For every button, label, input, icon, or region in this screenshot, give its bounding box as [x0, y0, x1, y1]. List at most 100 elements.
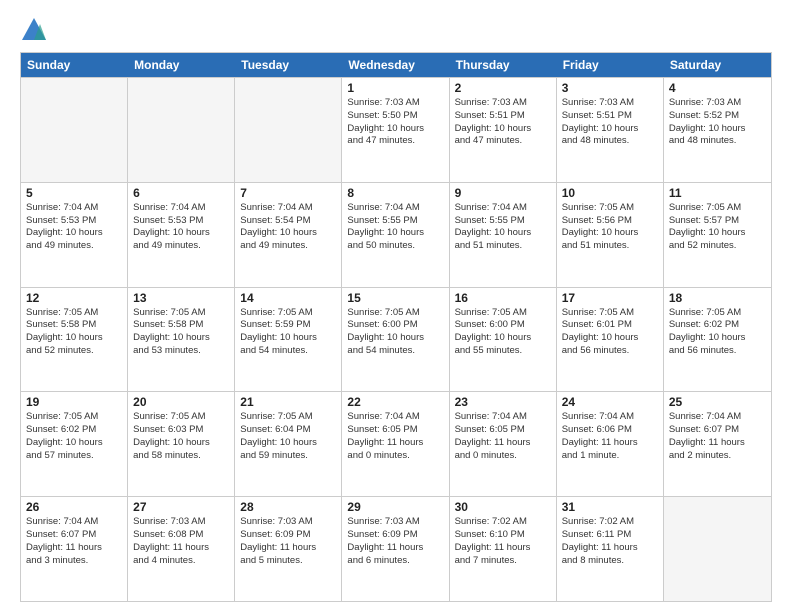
calendar-cell	[664, 497, 771, 601]
calendar-cell: 1 Sunrise: 7:03 AM Sunset: 5:50 PM Daylig…	[342, 78, 449, 182]
cell-info: Sunrise: 7:05 AM Sunset: 6:00 PM Dayligh…	[347, 307, 443, 358]
calendar-cell: 11Sunrise: 7:05 AM Sunset: 5:57 PM Dayli…	[664, 183, 771, 287]
cell-info: Sunrise: 7:04 AM Sunset: 6:07 PM Dayligh…	[26, 516, 122, 567]
calendar-body: 1 Sunrise: 7:03 AM Sunset: 5:50 PM Daylig…	[21, 77, 771, 601]
day-number: 22	[347, 395, 443, 409]
calendar-cell: 10 Sunrise: 7:05 AM Sunset: 5:56 PM Dayli…	[557, 183, 664, 287]
cell-info: Sunrise: 7:05 AM Sunset: 5:56 PM Dayligh…	[562, 202, 658, 253]
day-number: 19	[26, 395, 122, 409]
cell-info: Sunrise: 7:05 AM Sunset: 6:04 PM Dayligh…	[240, 411, 336, 462]
day-number: 14	[240, 291, 336, 305]
calendar-row-1: 1 Sunrise: 7:03 AM Sunset: 5:50 PM Daylig…	[21, 77, 771, 182]
calendar-cell: 2 Sunrise: 7:03 AM Sunset: 5:51 PM Daylig…	[450, 78, 557, 182]
calendar-cell: 5 Sunrise: 7:04 AM Sunset: 5:53 PM Daylig…	[21, 183, 128, 287]
cell-info: Sunrise: 7:04 AM Sunset: 6:07 PM Dayligh…	[669, 411, 766, 462]
day-number: 7	[240, 186, 336, 200]
cell-info: Sunrise: 7:05 AM Sunset: 5:58 PM Dayligh…	[26, 307, 122, 358]
logo	[20, 16, 52, 44]
calendar-cell: 26Sunrise: 7:04 AM Sunset: 6:07 PM Dayli…	[21, 497, 128, 601]
cell-info: Sunrise: 7:04 AM Sunset: 5:55 PM Dayligh…	[455, 202, 551, 253]
day-number: 5	[26, 186, 122, 200]
header-day-thursday: Thursday	[450, 53, 557, 77]
day-number: 18	[669, 291, 766, 305]
day-number: 9	[455, 186, 551, 200]
header-day-monday: Monday	[128, 53, 235, 77]
calendar-cell: 22 Sunrise: 7:04 AM Sunset: 6:05 PM Dayli…	[342, 392, 449, 496]
cell-info: Sunrise: 7:03 AM Sunset: 6:09 PM Dayligh…	[347, 516, 443, 567]
day-number: 1	[347, 81, 443, 95]
calendar-cell: 6Sunrise: 7:04 AM Sunset: 5:53 PM Daylig…	[128, 183, 235, 287]
day-number: 23	[455, 395, 551, 409]
cell-info: Sunrise: 7:03 AM Sunset: 5:51 PM Dayligh…	[562, 97, 658, 148]
header-day-sunday: Sunday	[21, 53, 128, 77]
cell-info: Sunrise: 7:02 AM Sunset: 6:10 PM Dayligh…	[455, 516, 551, 567]
day-number: 8	[347, 186, 443, 200]
day-number: 2	[455, 81, 551, 95]
day-number: 10	[562, 186, 658, 200]
cell-info: Sunrise: 7:05 AM Sunset: 5:59 PM Dayligh…	[240, 307, 336, 358]
calendar-row-3: 12 Sunrise: 7:05 AM Sunset: 5:58 PM Dayli…	[21, 287, 771, 392]
day-number: 24	[562, 395, 658, 409]
day-number: 25	[669, 395, 766, 409]
calendar-cell: 4Sunrise: 7:03 AM Sunset: 5:52 PM Daylig…	[664, 78, 771, 182]
calendar-cell: 14 Sunrise: 7:05 AM Sunset: 5:59 PM Dayli…	[235, 288, 342, 392]
calendar-row-5: 26Sunrise: 7:04 AM Sunset: 6:07 PM Dayli…	[21, 496, 771, 601]
day-number: 31	[562, 500, 658, 514]
day-number: 28	[240, 500, 336, 514]
calendar-header: SundayMondayTuesdayWednesdayThursdayFrid…	[21, 53, 771, 77]
cell-info: Sunrise: 7:05 AM Sunset: 6:03 PM Dayligh…	[133, 411, 229, 462]
calendar: SundayMondayTuesdayWednesdayThursdayFrid…	[20, 52, 772, 602]
calendar-cell: 9 Sunrise: 7:04 AM Sunset: 5:55 PM Daylig…	[450, 183, 557, 287]
cell-info: Sunrise: 7:03 AM Sunset: 5:50 PM Dayligh…	[347, 97, 443, 148]
cell-info: Sunrise: 7:04 AM Sunset: 5:54 PM Dayligh…	[240, 202, 336, 253]
calendar-cell: 24 Sunrise: 7:04 AM Sunset: 6:06 PM Dayli…	[557, 392, 664, 496]
calendar-cell: 21Sunrise: 7:05 AM Sunset: 6:04 PM Dayli…	[235, 392, 342, 496]
calendar-cell: 16Sunrise: 7:05 AM Sunset: 6:00 PM Dayli…	[450, 288, 557, 392]
calendar-cell: 17Sunrise: 7:05 AM Sunset: 6:01 PM Dayli…	[557, 288, 664, 392]
cell-info: Sunrise: 7:03 AM Sunset: 6:08 PM Dayligh…	[133, 516, 229, 567]
cell-info: Sunrise: 7:04 AM Sunset: 5:55 PM Dayligh…	[347, 202, 443, 253]
calendar-cell: 30 Sunrise: 7:02 AM Sunset: 6:10 PM Dayli…	[450, 497, 557, 601]
day-number: 20	[133, 395, 229, 409]
day-number: 13	[133, 291, 229, 305]
header-day-friday: Friday	[557, 53, 664, 77]
calendar-cell: 7 Sunrise: 7:04 AM Sunset: 5:54 PM Daylig…	[235, 183, 342, 287]
day-number: 29	[347, 500, 443, 514]
cell-info: Sunrise: 7:03 AM Sunset: 6:09 PM Dayligh…	[240, 516, 336, 567]
calendar-row-4: 19 Sunrise: 7:05 AM Sunset: 6:02 PM Dayli…	[21, 391, 771, 496]
calendar-cell: 28 Sunrise: 7:03 AM Sunset: 6:09 PM Dayli…	[235, 497, 342, 601]
day-number: 3	[562, 81, 658, 95]
cell-info: Sunrise: 7:03 AM Sunset: 5:51 PM Dayligh…	[455, 97, 551, 148]
calendar-cell: 13 Sunrise: 7:05 AM Sunset: 5:58 PM Dayli…	[128, 288, 235, 392]
calendar-cell: 25 Sunrise: 7:04 AM Sunset: 6:07 PM Dayli…	[664, 392, 771, 496]
cell-info: Sunrise: 7:05 AM Sunset: 6:00 PM Dayligh…	[455, 307, 551, 358]
day-number: 27	[133, 500, 229, 514]
day-number: 6	[133, 186, 229, 200]
header-day-saturday: Saturday	[664, 53, 771, 77]
calendar-cell: 29 Sunrise: 7:03 AM Sunset: 6:09 PM Dayli…	[342, 497, 449, 601]
cell-info: Sunrise: 7:05 AM Sunset: 5:58 PM Dayligh…	[133, 307, 229, 358]
calendar-cell	[128, 78, 235, 182]
calendar-cell: 3 Sunrise: 7:03 AM Sunset: 5:51 PM Daylig…	[557, 78, 664, 182]
day-number: 30	[455, 500, 551, 514]
calendar-cell: 12 Sunrise: 7:05 AM Sunset: 5:58 PM Dayli…	[21, 288, 128, 392]
day-number: 15	[347, 291, 443, 305]
calendar-cell: 18Sunrise: 7:05 AM Sunset: 6:02 PM Dayli…	[664, 288, 771, 392]
calendar-row-2: 5 Sunrise: 7:04 AM Sunset: 5:53 PM Daylig…	[21, 182, 771, 287]
day-number: 12	[26, 291, 122, 305]
header	[20, 16, 772, 44]
calendar-cell: 19 Sunrise: 7:05 AM Sunset: 6:02 PM Dayli…	[21, 392, 128, 496]
header-day-wednesday: Wednesday	[342, 53, 449, 77]
calendar-cell: 31 Sunrise: 7:02 AM Sunset: 6:11 PM Dayli…	[557, 497, 664, 601]
cell-info: Sunrise: 7:05 AM Sunset: 6:02 PM Dayligh…	[26, 411, 122, 462]
cell-info: Sunrise: 7:02 AM Sunset: 6:11 PM Dayligh…	[562, 516, 658, 567]
calendar-cell: 23Sunrise: 7:04 AM Sunset: 6:05 PM Dayli…	[450, 392, 557, 496]
page: SundayMondayTuesdayWednesdayThursdayFrid…	[0, 0, 792, 612]
cell-info: Sunrise: 7:04 AM Sunset: 6:05 PM Dayligh…	[347, 411, 443, 462]
cell-info: Sunrise: 7:04 AM Sunset: 5:53 PM Dayligh…	[26, 202, 122, 253]
calendar-cell: 15 Sunrise: 7:05 AM Sunset: 6:00 PM Dayli…	[342, 288, 449, 392]
logo-icon	[20, 16, 48, 44]
calendar-cell	[21, 78, 128, 182]
cell-info: Sunrise: 7:04 AM Sunset: 6:06 PM Dayligh…	[562, 411, 658, 462]
cell-info: Sunrise: 7:05 AM Sunset: 6:01 PM Dayligh…	[562, 307, 658, 358]
